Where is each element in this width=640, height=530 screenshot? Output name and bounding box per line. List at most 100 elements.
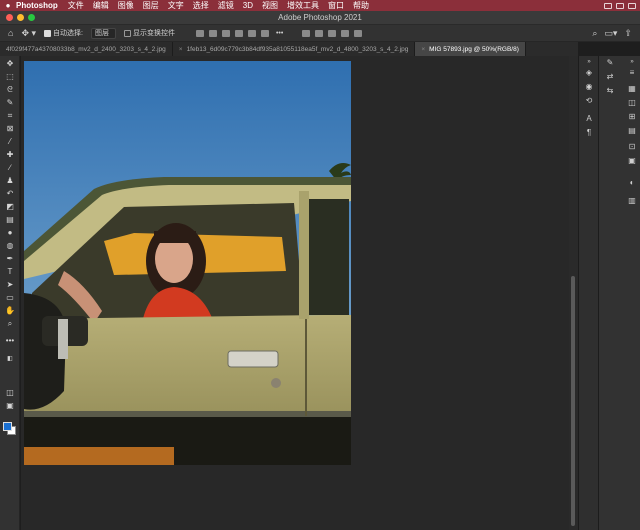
show-transform-checkbox[interactable]: 显示变换控件 <box>123 28 175 38</box>
status-icon[interactable] <box>604 2 612 9</box>
styles-icon[interactable]: ▥ <box>627 196 637 205</box>
gradient-tool-icon[interactable]: ▤ <box>4 215 16 225</box>
libraries-icon[interactable]: ⊡ <box>627 142 637 151</box>
auto-select-dropdown[interactable]: 图层 <box>90 27 116 39</box>
eyedropper-tool-icon[interactable]: ⁄ <box>4 137 16 147</box>
close-tab-icon[interactable]: × <box>179 46 183 53</box>
menu-3d[interactable]: 3D <box>243 1 253 10</box>
marquee-tool-icon[interactable]: ⬚ <box>4 72 16 82</box>
3d-orbit-icon[interactable] <box>302 29 311 37</box>
menu-app-name[interactable]: Photoshop <box>16 1 58 10</box>
align-center-icon[interactable] <box>208 29 217 37</box>
search-icon[interactable]: ⌕ <box>592 28 597 39</box>
healing-tool-icon[interactable]: ✚ <box>4 150 16 160</box>
menu-select[interactable]: 选择 <box>193 0 209 11</box>
align-left-icon[interactable] <box>195 29 204 37</box>
rectangle-tool-icon[interactable]: ▭ <box>4 293 16 303</box>
layers-icon[interactable]: ◈ <box>584 68 594 77</box>
scrollbar-thumb[interactable] <box>571 276 575 526</box>
3d-roll-icon[interactable] <box>315 29 324 37</box>
brush-tool-icon[interactable]: ∕ <box>4 163 16 173</box>
frame-tool-icon[interactable]: ⊠ <box>4 124 16 134</box>
menu-plugins[interactable]: 增效工具 <box>287 0 319 11</box>
paragraph-icon[interactable]: ¶ <box>584 128 594 137</box>
menu-window[interactable]: 窗口 <box>328 0 344 11</box>
character-icon[interactable]: A <box>584 114 594 123</box>
patterns-icon[interactable]: ⊞ <box>627 112 637 121</box>
3d-icon[interactable]: ◉ <box>584 82 594 91</box>
menu-edit[interactable]: 编辑 <box>93 0 109 11</box>
menu-type[interactable]: 文字 <box>168 0 184 11</box>
history-brush-tool-icon[interactable]: ↶ <box>4 189 16 199</box>
home-icon[interactable]: ⌂ <box>8 28 13 38</box>
history-icon[interactable]: ⇆ <box>605 86 615 95</box>
macos-menubar: ● Photoshop 文件 编辑 图像 图层 文字 选择 滤镜 3D 视图 增… <box>0 0 640 11</box>
document-tabs: 4f029f477a43708033b8_mv2_d_2400_3203_s_4… <box>0 42 578 56</box>
close-tab-icon[interactable]: × <box>421 46 425 53</box>
screen-mode-icon[interactable]: ▣ <box>4 401 16 411</box>
gradients-icon[interactable]: ◫ <box>627 98 637 107</box>
paths-icon[interactable]: ⟲ <box>584 96 594 105</box>
menubar-status-icons <box>604 2 636 9</box>
hand-tool-icon[interactable]: ✋ <box>4 306 16 316</box>
quick-select-tool-icon[interactable]: ✎ <box>4 98 16 108</box>
blur-tool-icon[interactable]: ● <box>4 228 16 238</box>
swatches-icon[interactable]: ▦ <box>627 84 637 93</box>
adjustments-icon[interactable]: ◐ <box>627 178 637 187</box>
move-tool-preset-icon[interactable]: ✥ ▾ <box>21 28 36 39</box>
auto-select-checkbox[interactable]: 自动选择: <box>44 28 83 38</box>
brush-settings-icon[interactable]: ✎ <box>605 58 615 67</box>
zoom-tool-icon[interactable]: ⌕ <box>4 319 16 329</box>
eraser-tool-icon[interactable]: ◩ <box>4 202 16 212</box>
dodge-tool-icon[interactable]: ◍ <box>4 241 16 251</box>
options-right: ⌕ ▭▾ ⇪ <box>592 28 632 39</box>
zoom-window-button[interactable] <box>28 14 35 21</box>
pen-tool-icon[interactable]: ✒ <box>4 254 16 264</box>
default-colors-icon[interactable]: ◧ <box>4 354 16 364</box>
align-right-icon[interactable] <box>221 29 230 37</box>
align-bottom-icon[interactable] <box>260 29 269 37</box>
menu-filter[interactable]: 滤镜 <box>218 0 234 11</box>
crop-tool-icon[interactable]: ⌗ <box>4 111 16 121</box>
document-image[interactable] <box>24 61 351 465</box>
apple-icon[interactable]: ● <box>0 1 16 10</box>
minimize-window-button[interactable] <box>17 14 24 21</box>
menu-layer[interactable]: 图层 <box>143 0 159 11</box>
status-icon[interactable] <box>616 2 624 9</box>
foreground-color-swatch[interactable] <box>3 422 12 431</box>
tab-document-1[interactable]: 4f029f477a43708033b8_mv2_d_2400_3203_s_4… <box>0 42 173 56</box>
vertical-scrollbar[interactable] <box>569 56 578 530</box>
menu-help[interactable]: 帮助 <box>353 0 369 11</box>
menu-file[interactable]: 文件 <box>68 0 84 11</box>
adjust-icon[interactable]: ⇄ <box>605 72 615 81</box>
close-window-button[interactable] <box>6 14 13 21</box>
more-options-icon[interactable]: ••• <box>276 30 283 37</box>
move-tool-icon[interactable]: ✥ <box>4 59 16 69</box>
collapse-panels-icon[interactable]: » <box>627 58 637 67</box>
channels-icon[interactable]: ▣ <box>627 156 637 165</box>
lasso-tool-icon[interactable]: ᘓ <box>4 85 16 95</box>
type-tool-icon[interactable]: T <box>4 267 16 277</box>
tab-document-2[interactable]: × 1feb13_6d09c779c3b84df935a81055118ea5f… <box>173 42 416 56</box>
collapse-panels-icon[interactable]: » <box>584 58 594 67</box>
menu-view[interactable]: 视图 <box>262 0 278 11</box>
color-icon[interactable]: ≡ <box>627 68 637 77</box>
3d-scale-icon[interactable] <box>354 29 363 37</box>
path-select-tool-icon[interactable]: ➤ <box>4 280 16 290</box>
3d-pan-icon[interactable] <box>328 29 337 37</box>
share-icon[interactable]: ⇪ <box>624 28 632 39</box>
properties-icon[interactable]: ▤ <box>627 126 637 135</box>
workspace-icon[interactable]: ▭▾ <box>604 28 617 39</box>
stamp-tool-icon[interactable]: ♟ <box>4 176 16 186</box>
show-transform-label: 显示变换控件 <box>132 30 175 37</box>
tab-document-3[interactable]: × MIG 57893.jpg @ 50%(RGB/8) <box>415 42 526 56</box>
align-buttons: ••• <box>193 29 283 37</box>
window-titlebar: Adobe Photoshop 2021 <box>0 11 640 25</box>
align-top-icon[interactable] <box>234 29 243 37</box>
3d-slide-icon[interactable] <box>341 29 350 37</box>
more-tools-icon[interactable]: ••• <box>4 336 16 346</box>
align-middle-icon[interactable] <box>247 29 256 37</box>
quick-mask-icon[interactable]: ◫ <box>4 388 16 398</box>
menu-image[interactable]: 图像 <box>118 0 134 11</box>
status-icon[interactable] <box>628 2 636 9</box>
